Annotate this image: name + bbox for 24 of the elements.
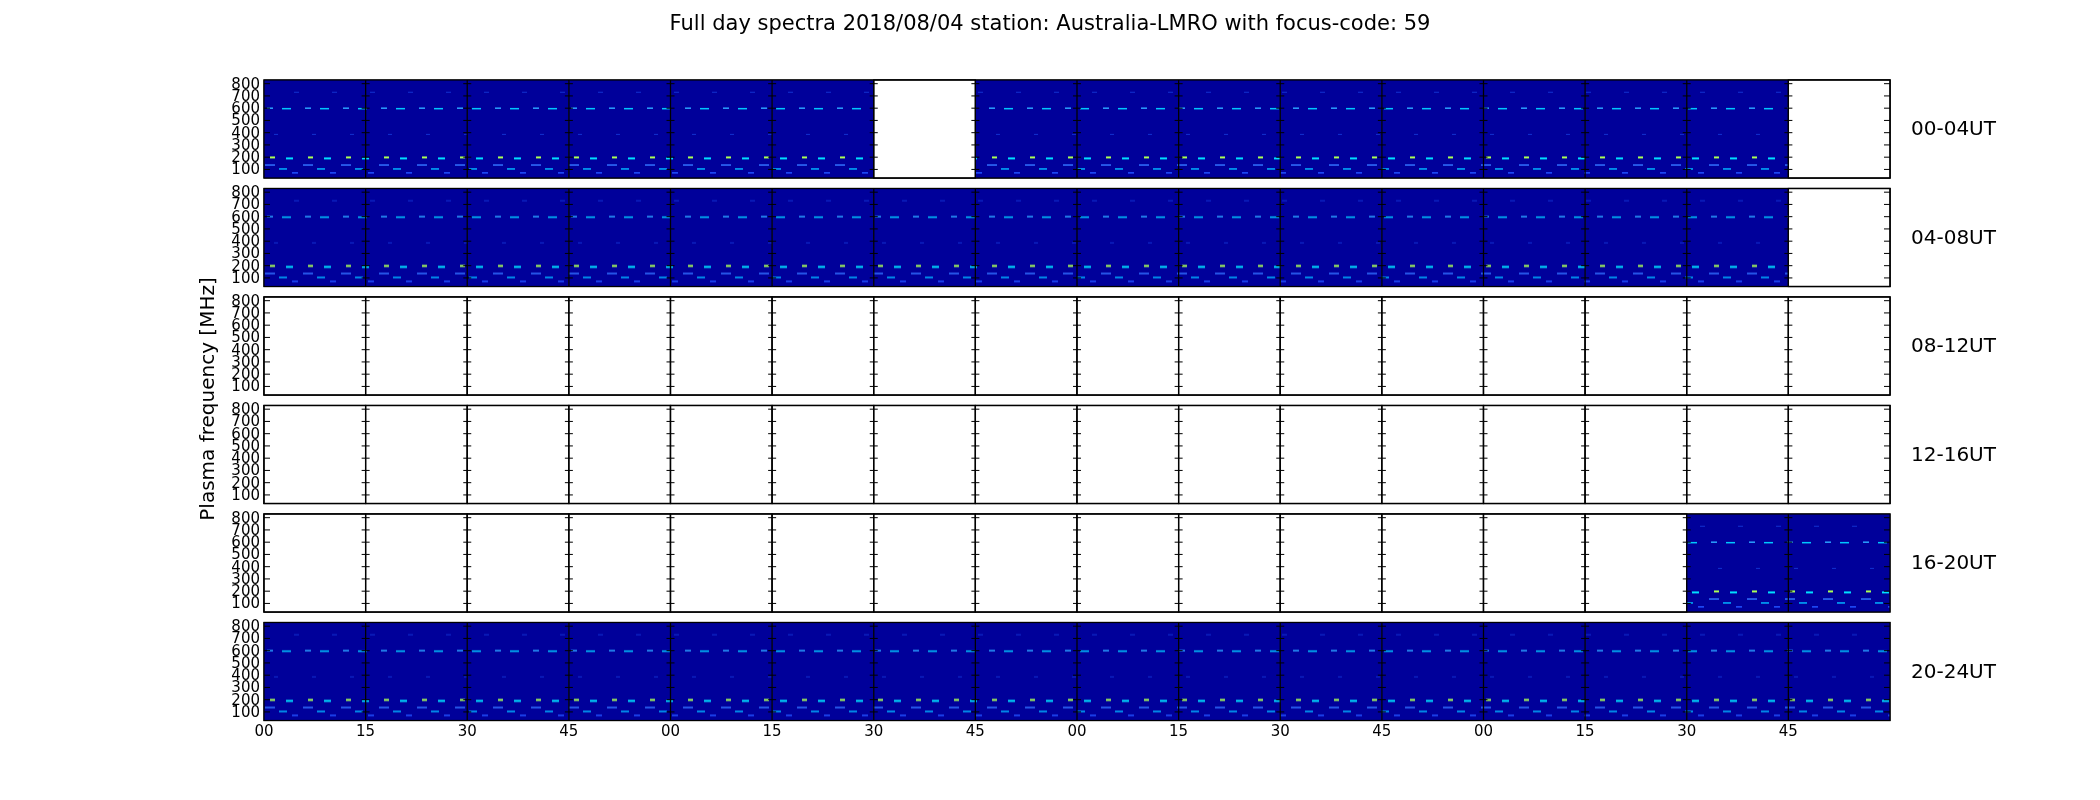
axis-tick-label: 45 [1778, 722, 1798, 740]
axis-tick-label: 15 [1169, 722, 1189, 740]
axis-tick-label: 00 [1473, 722, 1494, 740]
axis-tick-label: 00 [254, 722, 274, 740]
axis-tick-label: 15 [762, 722, 782, 740]
axis-tick-label: 45 [1372, 722, 1392, 740]
time-range-label: 00-04UT [1911, 116, 1996, 140]
time-range-label: 20-24UT [1911, 658, 1996, 683]
axis-tick-label: 30 [457, 722, 477, 740]
time-range-label: 08-12UT [1911, 333, 1996, 357]
axis-tick-label: 30 [1677, 722, 1697, 740]
time-range-label: 04-08UT [1911, 224, 1996, 249]
axis-tick-label: 45 [965, 722, 985, 740]
axis-tick-label: 00 [660, 722, 681, 740]
time-range-label: 12-16UT [1911, 441, 1996, 466]
axis-tick-label: 30 [1270, 722, 1290, 740]
axis-tick-label: 00 [1067, 722, 1087, 740]
axis-tick-label: 45 [559, 722, 579, 740]
axis-tick-label: 15 [1575, 722, 1595, 740]
time-range-label: 16-20UT [1911, 550, 1996, 574]
axis-tick-label: 15 [356, 722, 376, 740]
chart-title: Full day spectra 2018/08/04 station: Australia-LMRO with focus-code: 59 [669, 11, 1431, 35]
axis-tick-label: 30 [864, 722, 884, 740]
axis-label: Plasma frequency [MHz] [195, 277, 219, 521]
